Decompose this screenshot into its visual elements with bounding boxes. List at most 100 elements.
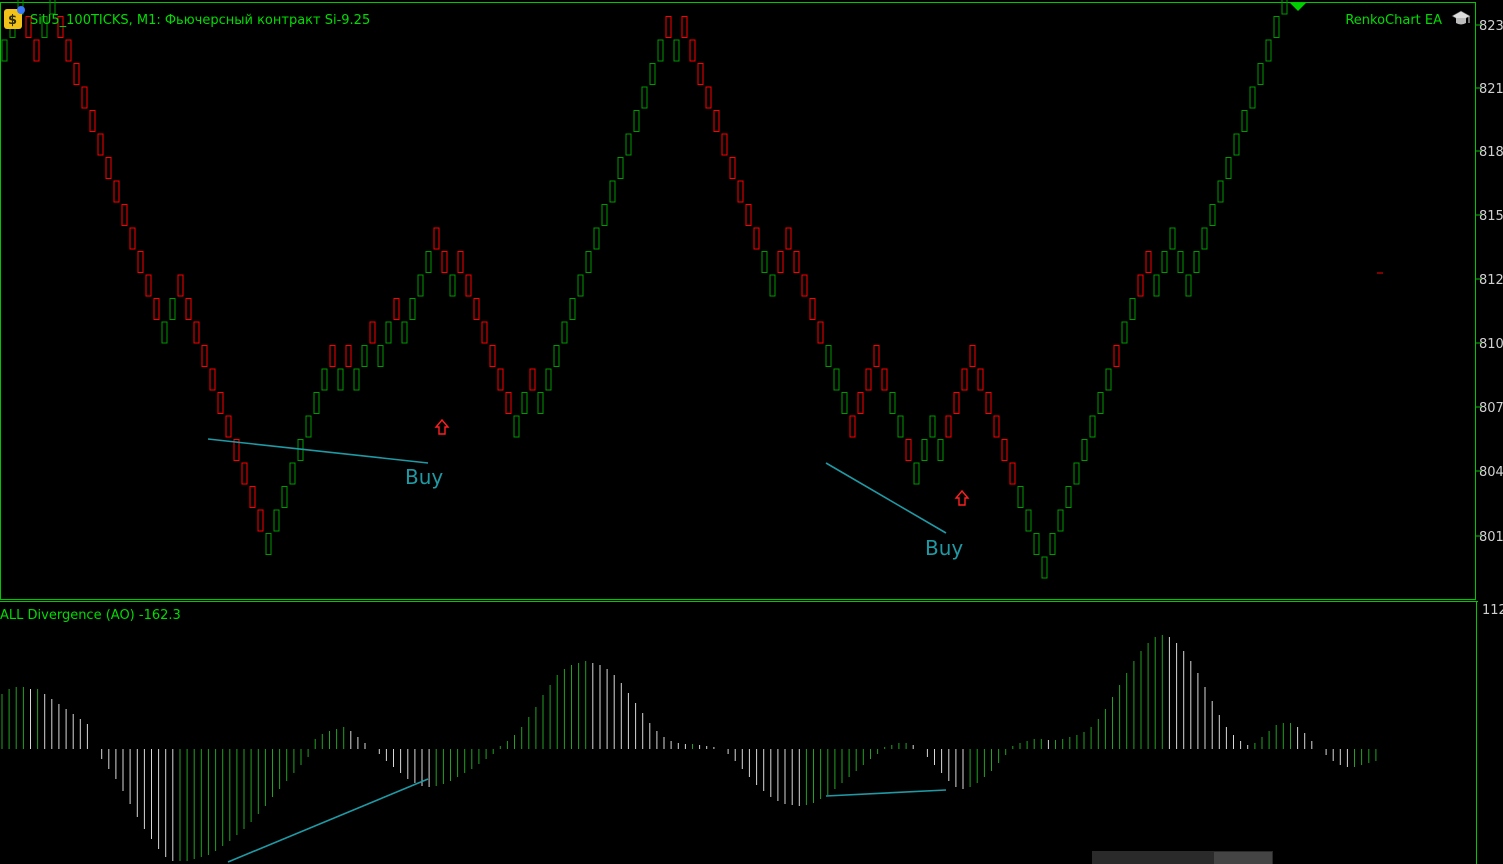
renko-brick bbox=[481, 321, 488, 344]
price-axis-label: 821 bbox=[1479, 82, 1503, 97]
indicator-top-tick: 112 bbox=[1482, 603, 1503, 618]
renko-brick bbox=[873, 345, 880, 367]
renko-brick bbox=[1001, 439, 1008, 461]
renko-brick bbox=[721, 133, 728, 156]
renko-brick bbox=[521, 392, 528, 414]
renko-brick bbox=[689, 39, 696, 62]
renko-brick bbox=[977, 368, 984, 391]
renko-brick bbox=[657, 39, 664, 62]
renko-brick bbox=[1017, 486, 1024, 508]
renko-brick bbox=[1009, 462, 1016, 485]
renko-brick bbox=[1081, 439, 1088, 461]
renko-brick bbox=[665, 16, 672, 38]
price-axis: 823 821 818 815 812 810 807 804 801 bbox=[1476, 19, 1503, 545]
price-axis-label: 810 bbox=[1479, 337, 1503, 352]
renko-brick bbox=[209, 368, 216, 391]
renko-brick bbox=[545, 368, 552, 391]
renko-brick bbox=[1121, 321, 1128, 344]
renko-brick bbox=[1257, 63, 1264, 85]
renko-brick bbox=[1057, 509, 1064, 532]
renko-brick bbox=[713, 110, 720, 132]
renko-brick bbox=[513, 415, 520, 438]
renko-brick bbox=[1049, 533, 1056, 555]
ea-label: RenkoChart EA bbox=[1345, 13, 1442, 28]
renko-brick bbox=[849, 415, 856, 438]
graduation-cap-icon bbox=[1451, 10, 1471, 25]
price-axis-label: 815 bbox=[1479, 209, 1503, 224]
renko-brick bbox=[217, 392, 224, 414]
renko-brick bbox=[249, 486, 256, 508]
renko-brick bbox=[305, 415, 312, 438]
renko-brick bbox=[681, 16, 688, 38]
renko-brick bbox=[1129, 298, 1136, 320]
renko-brick bbox=[289, 462, 296, 485]
renko-brick bbox=[793, 251, 800, 273]
renko-brick bbox=[865, 368, 872, 391]
scrollbar-thumb[interactable] bbox=[1214, 852, 1272, 864]
renko-brick bbox=[153, 298, 160, 320]
renko-brick bbox=[1241, 110, 1248, 132]
up-arrow-icon bbox=[954, 489, 970, 506]
renko-brick bbox=[1217, 180, 1224, 203]
renko-brick bbox=[321, 368, 328, 391]
renko-brick bbox=[897, 415, 904, 438]
renko-brick bbox=[697, 63, 704, 85]
renko-brick bbox=[777, 251, 784, 273]
renko-brick bbox=[33, 39, 40, 62]
renko-brick bbox=[913, 462, 920, 485]
price-axis-label: 812 bbox=[1479, 273, 1503, 288]
renko-brick bbox=[409, 298, 416, 320]
buy-signal-label-1: Buy bbox=[405, 465, 443, 489]
renko-brick bbox=[505, 392, 512, 414]
renko-brick bbox=[641, 86, 648, 109]
renko-brick bbox=[785, 227, 792, 250]
renko-brick bbox=[945, 415, 952, 438]
renko-brick bbox=[241, 462, 248, 485]
renko-brick bbox=[1177, 251, 1184, 273]
renko-brick bbox=[1209, 204, 1216, 226]
renko-brick bbox=[1225, 157, 1232, 179]
renko-brick bbox=[649, 63, 656, 85]
renko-brick bbox=[1025, 509, 1032, 532]
renko-brick bbox=[569, 298, 576, 320]
divergence-line-2 bbox=[825, 462, 947, 534]
renko-brick bbox=[625, 133, 632, 156]
renko-brick bbox=[1033, 533, 1040, 555]
renko-brick bbox=[1145, 251, 1152, 273]
renko-brick bbox=[1169, 227, 1176, 250]
renko-brick bbox=[129, 227, 136, 250]
renko-brick bbox=[1065, 486, 1072, 508]
renko-brick bbox=[393, 298, 400, 320]
renko-brick bbox=[113, 180, 120, 203]
renko-brick bbox=[273, 509, 280, 532]
renko-brick bbox=[441, 251, 448, 273]
renko-brick bbox=[449, 274, 456, 297]
renko-brick bbox=[1249, 86, 1256, 109]
renko-brick bbox=[745, 204, 752, 226]
renko-brick bbox=[1105, 368, 1112, 391]
svg-text:$: $ bbox=[8, 13, 17, 28]
renko-brick bbox=[841, 392, 848, 414]
renko-chart[interactable]: 823 821 818 815 812 810 807 804 801 Buy Buy $ Si… bbox=[0, 0, 1503, 864]
symbol-title: SiU5_100TICKS, M1: Фьючерсный контракт S… bbox=[30, 13, 370, 28]
renko-brick bbox=[81, 86, 88, 109]
triangle-down-icon[interactable] bbox=[1290, 3, 1306, 11]
renko-brick bbox=[961, 368, 968, 391]
renko-brick bbox=[921, 439, 928, 461]
renko-brick bbox=[601, 204, 608, 226]
buy-signal-label-2: Buy bbox=[925, 536, 963, 560]
renko-brick bbox=[609, 180, 616, 203]
renko-brick bbox=[825, 345, 832, 367]
renko-brick bbox=[345, 345, 352, 367]
renko-brick bbox=[753, 227, 760, 250]
renko-brick bbox=[1273, 16, 1280, 38]
main-pane bbox=[0, 2, 1476, 600]
renko-brick bbox=[761, 251, 768, 273]
renko-brick bbox=[361, 345, 368, 367]
renko-brick bbox=[417, 274, 424, 297]
renko-brick bbox=[137, 251, 144, 273]
renko-brick bbox=[1201, 227, 1208, 250]
renko-brick bbox=[313, 392, 320, 414]
renko-brick bbox=[97, 133, 104, 156]
renko-brick bbox=[329, 345, 336, 367]
